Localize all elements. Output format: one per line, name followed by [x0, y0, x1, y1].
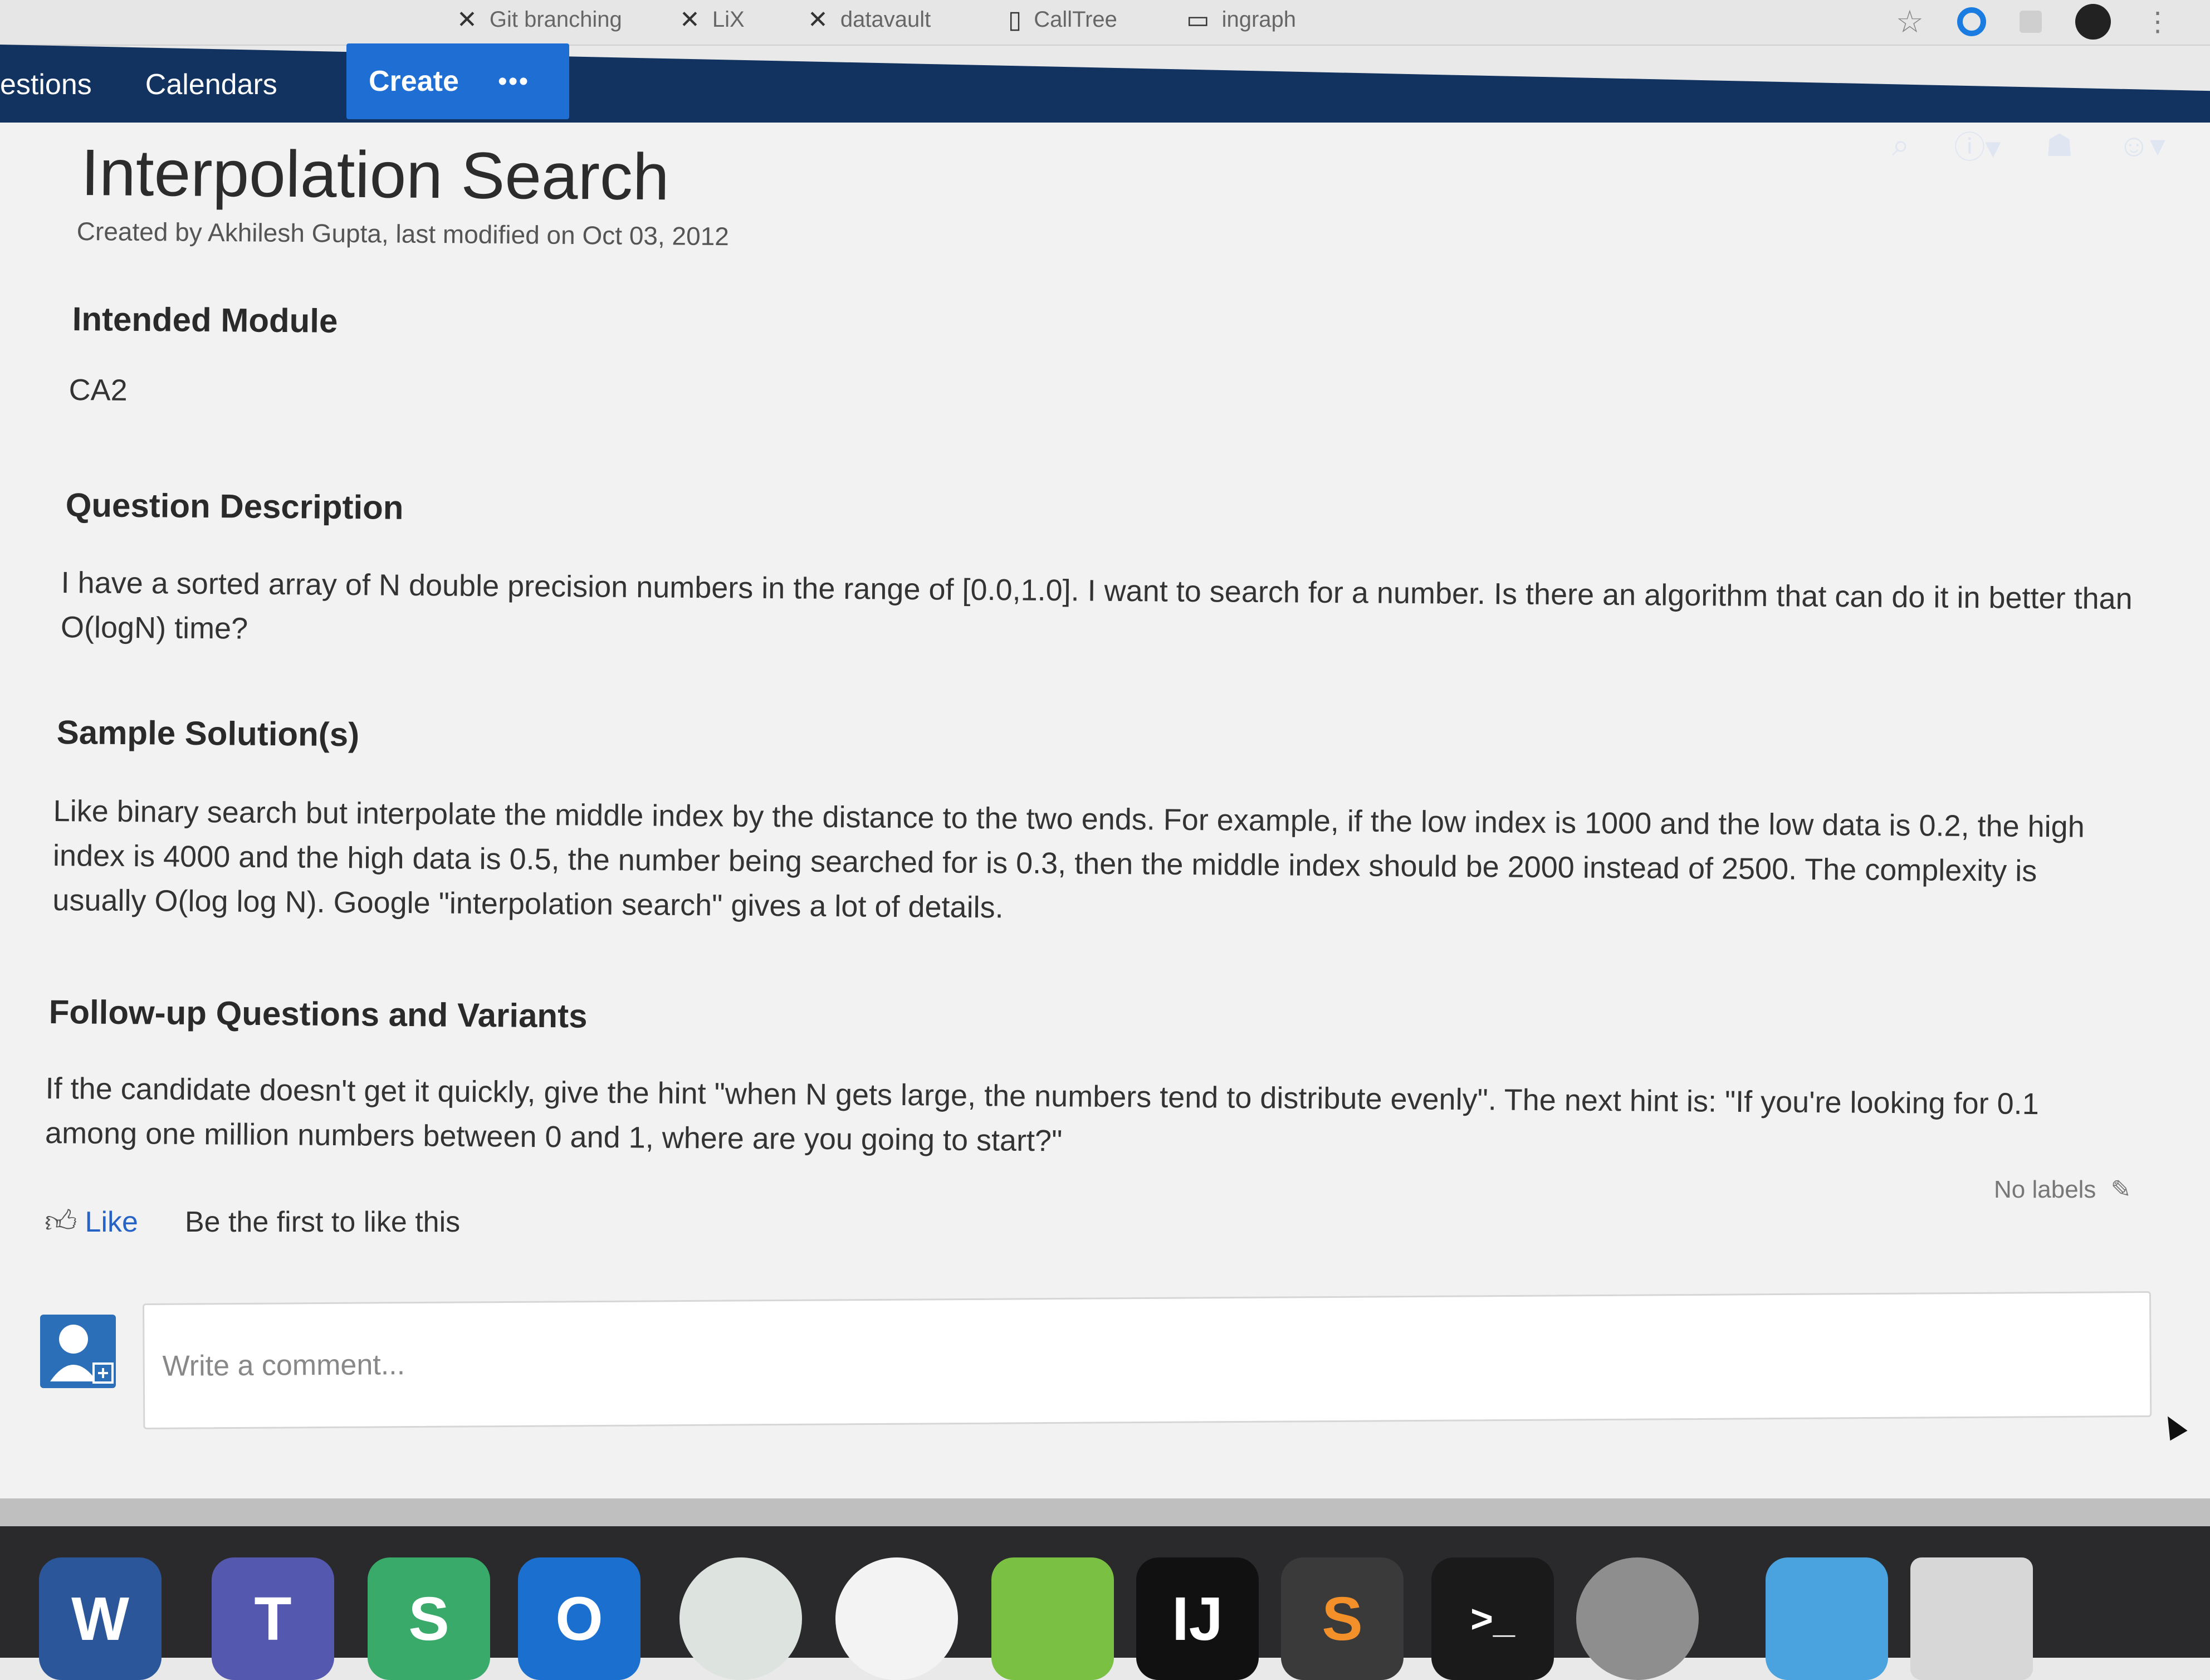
sublime-app-icon[interactable]: S: [1281, 1557, 1404, 1680]
nav-links: estions Calendars: [0, 51, 331, 118]
section-heading-follow-up: Follow-up Questions and Variants: [48, 993, 588, 1035]
bookmark-datavault[interactable]: ✕ datavault: [808, 0, 931, 39]
dock: W T S O IJ S >_: [0, 1526, 2210, 1680]
linkedin-x-icon: ✕: [808, 6, 828, 33]
comment-input[interactable]: Write a comment...: [143, 1291, 2152, 1429]
bookmark-lix[interactable]: ✕ LiX: [679, 0, 745, 39]
terminal-app-icon[interactable]: >_: [1431, 1557, 1554, 1680]
search-icon[interactable]: ⌕: [1892, 126, 1909, 164]
git-icon: ✕: [457, 6, 477, 33]
slack-app-icon[interactable]: S: [368, 1557, 490, 1680]
like-status-text: Be the first to like this: [184, 1206, 461, 1238]
linkedin-x-icon: ✕: [679, 6, 700, 33]
user-avatar-icon: [50, 1325, 114, 1384]
comment-placeholder: Write a comment...: [162, 1349, 405, 1383]
labels-text: No labels: [1994, 1176, 2096, 1203]
like-row: 👍︎ Like Be the first to like this: [45, 1203, 460, 1241]
section-body-follow-up: If the candidate doesn't get it quickly,…: [45, 1071, 2039, 1158]
page-content: ⌕ ⓘ▾ ☗ ☺▾ Interpolation Search Created b…: [0, 123, 2210, 1526]
more-options-icon[interactable]: •••: [498, 66, 529, 97]
nav-questions[interactable]: estions: [0, 68, 92, 101]
bookmark-calltree[interactable]: ▯ CallTree: [1008, 0, 1117, 39]
notifications-icon[interactable]: ☗: [2046, 127, 2074, 164]
word-app-icon[interactable]: W: [39, 1557, 162, 1680]
section-heading-sample-solutions: Sample Solution(s): [56, 714, 360, 754]
intellij-app-icon[interactable]: IJ: [1136, 1557, 1259, 1680]
help-icon[interactable]: ⓘ▾: [1954, 123, 2001, 168]
extension-icon[interactable]: [1957, 7, 1986, 36]
folder-app-icon[interactable]: [1766, 1557, 1888, 1680]
extension-icon[interactable]: [2020, 11, 2042, 33]
section-body-sample-solutions: Like binary search but interpolate the m…: [52, 794, 2085, 925]
color-app-icon[interactable]: [991, 1557, 1114, 1680]
thumbs-up-icon[interactable]: 👍︎: [45, 1203, 77, 1241]
page-byline: Created by Akhilesh Gupta, last modified…: [76, 216, 730, 251]
labels-area[interactable]: No labels ✎: [1994, 1175, 2131, 1204]
star-icon[interactable]: ☆: [1896, 3, 1924, 40]
section-heading-intended-module: Intended Module: [72, 300, 338, 340]
teams-app-icon[interactable]: T: [212, 1557, 334, 1680]
user-icon[interactable]: ☺▾: [2118, 127, 2165, 164]
settings-app-icon[interactable]: [1576, 1557, 1699, 1680]
like-link[interactable]: Like: [85, 1205, 138, 1239]
bookmark-git-branching[interactable]: ✕ Git branching: [457, 0, 622, 39]
page-title: Interpolation Search: [80, 135, 670, 214]
wifi-app-icon[interactable]: [835, 1557, 958, 1680]
profile-avatar[interactable]: [2075, 4, 2111, 40]
create-button[interactable]: Create •••: [346, 43, 569, 119]
trash-app-icon[interactable]: [1910, 1557, 2033, 1680]
menu-icon[interactable]: ⋮: [2144, 6, 2171, 37]
nav-icon-group: ⌕ ⓘ▾ ☗ ☺▾: [1892, 123, 2165, 168]
browser-app-icon[interactable]: [679, 1557, 802, 1680]
section-body-intended-module: CA2: [69, 373, 128, 407]
folder-icon: ▭: [1186, 6, 1210, 33]
bookmarks-bar: ✕ Git branching ✕ LiX ✕ datavault ▯ Call…: [0, 0, 2210, 46]
bookmark-ingraph[interactable]: ▭ ingraph: [1186, 0, 1296, 39]
section-body-question-description: I have a sorted array of N double precis…: [60, 565, 2133, 646]
nav-calendars[interactable]: Calendars: [145, 68, 277, 101]
section-heading-question-description: Question Description: [65, 486, 404, 526]
avatar: [40, 1315, 116, 1388]
document-icon: ▯: [1008, 6, 1022, 33]
outlook-app-icon[interactable]: O: [518, 1557, 640, 1680]
pencil-icon[interactable]: ✎: [2111, 1176, 2131, 1203]
